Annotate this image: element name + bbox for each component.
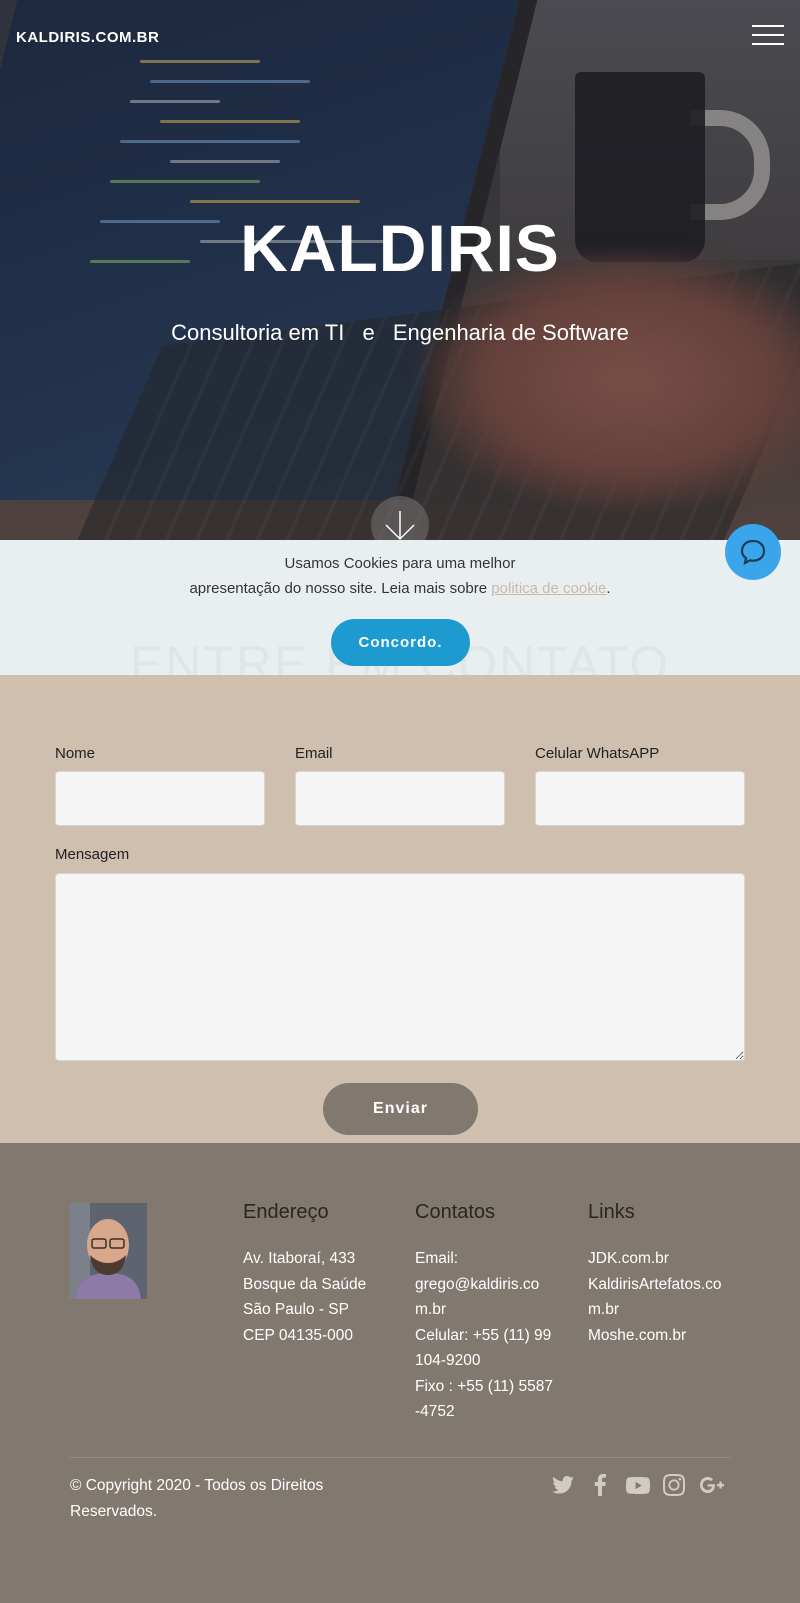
- address-line: Av. Itaboraí, 433: [243, 1250, 356, 1267]
- links-block: JDK.com.br KaldirisArtefatos.com.br Mosh…: [588, 1246, 728, 1348]
- site-brand[interactable]: KALDIRIS.COM.BR: [16, 29, 159, 46]
- contacts-title: Contatos: [415, 1201, 496, 1223]
- footer-link[interactable]: JDK.com.br: [588, 1246, 728, 1272]
- hero-title: KALDIRIS: [240, 211, 560, 285]
- chat-bubble-icon: [740, 539, 766, 566]
- cookie-period: .: [606, 580, 611, 597]
- copyright-text: © Copyright 2020 - Todos os Direitos Res…: [70, 1477, 324, 1520]
- address-line: Bosque da Saúde: [243, 1275, 367, 1293]
- phone-input[interactable]: [535, 771, 745, 826]
- footer-link[interactable]: Moshe.com.br: [588, 1323, 728, 1349]
- youtube-icon[interactable]: [625, 1471, 651, 1499]
- footer: Endereço Av. Itaboraí, 433 Bosque da Saú…: [0, 1143, 800, 1603]
- hero-subtitle-part1: Consultoria em TI: [171, 320, 345, 345]
- name-label: Nome: [55, 745, 96, 762]
- instagram-icon[interactable]: [662, 1471, 686, 1499]
- contact-email[interactable]: grego@kaldiris.com.br: [415, 1272, 555, 1323]
- facebook-icon[interactable]: [590, 1471, 610, 1499]
- hero-section: KALDIRIS.COM.BR KALDIRIS Consultoria em …: [0, 0, 800, 540]
- hero-subtitle-part2: Engenharia de Software: [392, 320, 629, 345]
- hero-subtitle: Consultoria em TI e Engenharia de Softwa…: [0, 320, 800, 346]
- cookie-text: apresentação do nosso site. Leia mais so…: [189, 580, 488, 597]
- links-title: Links: [588, 1201, 635, 1223]
- cookie-banner: ENTRE EM CONTATO Usamos Cookies para uma…: [0, 540, 800, 692]
- footer-divider: [70, 1457, 730, 1458]
- chat-button[interactable]: [725, 524, 781, 580]
- cookie-policy-link[interactable]: politica de cookie: [491, 580, 606, 597]
- address-block: Av. Itaboraí, 433 Bosque da Saúde São Pa…: [243, 1246, 383, 1348]
- email-label: Email: [295, 745, 333, 762]
- contact-mobile: Celular: +55 (11) 99104-9200: [415, 1326, 552, 1370]
- hamburger-icon[interactable]: [752, 25, 784, 45]
- name-input[interactable]: [55, 771, 265, 826]
- cookie-text-line1: Usamos Cookies para uma melhor: [284, 555, 516, 572]
- address-line: CEP 04135-000: [243, 1326, 354, 1344]
- contact-form-section: Nome Email Celular WhatsAPP Mensagem Env…: [0, 675, 800, 1143]
- avatar: [70, 1203, 147, 1299]
- email-input[interactable]: [295, 771, 505, 826]
- contacts-block: Email: grego@kaldiris.com.br Celular: +5…: [415, 1246, 555, 1425]
- footer-link[interactable]: KaldirisArtefatos.com.br: [588, 1272, 728, 1323]
- google-plus-icon[interactable]: [699, 1471, 725, 1499]
- agree-button[interactable]: Concordo.: [331, 619, 470, 666]
- contact-line: Email:: [415, 1250, 459, 1267]
- message-label: Mensagem: [55, 846, 130, 863]
- twitter-icon[interactable]: [550, 1471, 576, 1499]
- address-line: São Paulo - SP: [243, 1301, 349, 1318]
- hero-subtitle-separator: e: [362, 320, 375, 345]
- address-title: Endereço: [243, 1201, 329, 1223]
- message-textarea[interactable]: [55, 873, 745, 1061]
- arrow-down-icon: [385, 511, 415, 541]
- contact-landline: Fixo : +55 (11) 5587-4752: [415, 1377, 554, 1421]
- send-button[interactable]: Enviar: [323, 1083, 478, 1135]
- cookie-text-line2: apresentação do nosso site. Leia mais so…: [0, 580, 800, 597]
- phone-label: Celular WhatsAPP: [535, 745, 660, 762]
